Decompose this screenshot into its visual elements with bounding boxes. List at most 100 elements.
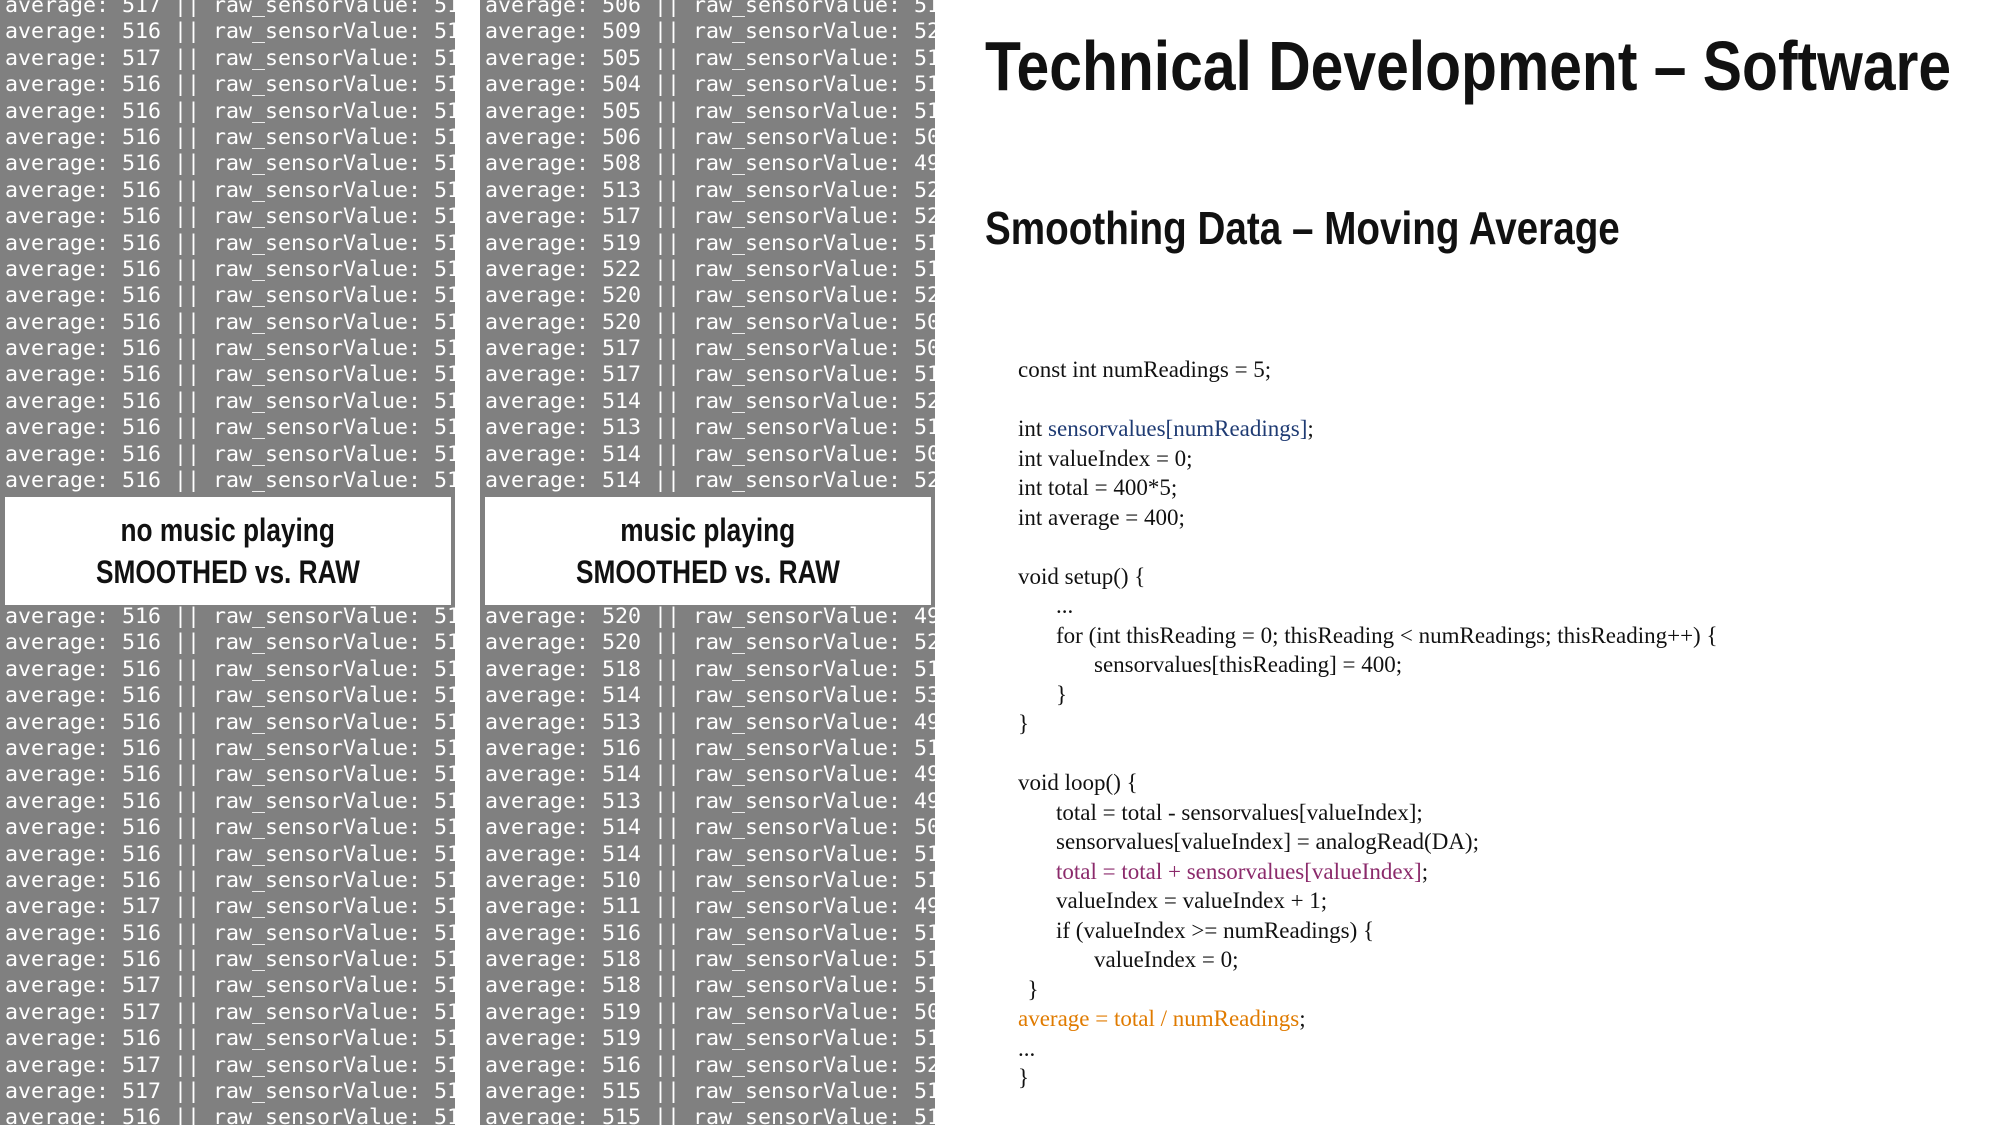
panel-caption: music playing SMOOTHED vs. RAW — [485, 497, 931, 605]
log-line: average: 510 || raw_sensorValue: 514 — [485, 867, 935, 893]
code-line: sensorvalues[valueIndex] = analogRead(DA… — [1018, 827, 1718, 857]
serial-monitor-music: average: 506 || raw_sensorValue: 510 aver… — [480, 0, 935, 1125]
code-line: int average = 400; — [1018, 503, 1718, 533]
log-line: average: 520 || raw_sensorValue: 494 — [485, 604, 935, 629]
serial-log-top: average: 506 || raw_sensorValue: 510 aver… — [485, 0, 935, 494]
code-text: ; — [1421, 858, 1429, 884]
log-line: average: 514 || raw_sensorValue: 500 — [485, 815, 935, 841]
log-line: average: 517 || raw_sensorValue: 526 — [485, 204, 935, 230]
code-line: total = total + sensorvalues[valueIndex]… — [1018, 857, 1718, 887]
code-text: sensorvalues[thisReading] = 400; — [1094, 652, 1403, 677]
log-line: average: 516 || raw_sensorValue: 516 — [5, 309, 455, 335]
log-line: average: 514 || raw_sensorValue: 515 — [485, 841, 935, 867]
log-line: average: 516 || raw_sensorValue: 516 — [5, 604, 455, 629]
log-line: average: 513 || raw_sensorValue: 518 — [485, 415, 935, 441]
log-line: average: 516 || raw_sensorValue: 517 — [5, 19, 455, 45]
log-line: average: 505 || raw_sensorValue: 516 — [485, 98, 935, 124]
code-text: ; — [1299, 1006, 1306, 1031]
log-line: average: 520 || raw_sensorValue: 521 — [485, 630, 935, 656]
code-text: valueIndex = 0; — [1094, 947, 1239, 972]
log-line: average: 516 || raw_sensorValue: 517 — [5, 1105, 455, 1125]
code-text: total = total - sensorvalues[valueIndex]… — [1056, 799, 1423, 825]
log-line: average: 516 || raw_sensorValue: 513 — [5, 441, 455, 467]
log-line: average: 516 || raw_sensorValue: 517 — [5, 709, 455, 735]
log-line: average: 504 || raw_sensorValue: 519 — [485, 72, 935, 98]
log-line: average: 519 || raw_sensorValue: 509 — [485, 999, 935, 1025]
caption-line-2: SMOOTHED vs. RAW — [576, 554, 840, 590]
log-line: average: 513 || raw_sensorValue: 496 — [485, 709, 935, 735]
log-line: average: 517 || raw_sensorValue: 517 — [5, 1052, 455, 1078]
log-line: average: 520 || raw_sensorValue: 522 — [485, 283, 935, 309]
caption-line-2: SMOOTHED vs. RAW — [96, 554, 360, 590]
log-line: average: 514 || raw_sensorValue: 508 — [485, 441, 935, 467]
log-line: average: 519 || raw_sensorValue: 516 — [485, 1026, 935, 1052]
code-text: if (valueIndex >= numReadings) { — [1056, 917, 1375, 943]
code-text: void loop() { — [1018, 770, 1138, 795]
log-line: average: 506 || raw_sensorValue: 510 — [485, 0, 935, 18]
log-line: average: 518 || raw_sensorValue: 517 — [485, 947, 935, 973]
log-line: average: 516 || raw_sensorValue: 516 — [5, 735, 455, 761]
log-line: average: 517 || raw_sensorValue: 517 — [5, 45, 455, 71]
log-line: average: 518 || raw_sensorValue: 516 — [485, 656, 935, 682]
log-line: average: 505 || raw_sensorValue: 511 — [485, 45, 935, 71]
code-text: } — [1027, 976, 1039, 1002]
code-line: void loop() { — [1018, 768, 1718, 798]
slide-subtitle: Smoothing Data – Moving Average — [985, 202, 1620, 254]
code-line: } — [1018, 680, 1718, 710]
log-line: average: 516 || raw_sensorValue: 516 — [5, 256, 455, 282]
log-line: average: 509 || raw_sensorValue: 526 — [485, 19, 935, 45]
code-text: ; — [1307, 416, 1314, 441]
code-text: void setup() { — [1018, 563, 1146, 589]
code-text: ... — [1056, 593, 1074, 618]
log-line: average: 506 || raw_sensorValue: 509 — [485, 124, 935, 150]
log-line: average: 516 || raw_sensorValue: 517 — [5, 230, 455, 256]
log-line: average: 517 || raw_sensorValue: 514 — [485, 362, 935, 388]
log-line: average: 511 || raw_sensorValue: 496 — [485, 894, 935, 920]
code-line: ... — [1018, 591, 1718, 621]
code-highlight: total = total + sensorvalues[valueIndex] — [1056, 858, 1422, 884]
log-line: average: 516 || raw_sensorValue: 517 — [5, 362, 455, 388]
code-line: total = total - sensorvalues[valueIndex]… — [1018, 798, 1718, 828]
code-line: const int numReadings = 5; — [1018, 355, 1718, 385]
panel-caption: no music playing SMOOTHED vs. RAW — [5, 497, 451, 605]
code-highlight: sensorvalues[numReadings] — [1048, 416, 1308, 441]
log-line: average: 516 || raw_sensorValue: 517 — [5, 630, 455, 656]
code-highlight: average = total / numReadings — [1018, 1006, 1300, 1031]
log-line: average: 516 || raw_sensorValue: 517 — [5, 947, 455, 973]
log-line: average: 516 || raw_sensorValue: 516 — [5, 1026, 455, 1052]
code-line: int total = 400*5; — [1018, 473, 1718, 503]
code-line: average = total / numReadings; — [1018, 1004, 1718, 1034]
code-text: sensorvalues[valueIndex] = analogRead(DA… — [1056, 829, 1479, 854]
code-line: int valueIndex = 0; — [1018, 444, 1718, 474]
code-text: for (int thisReading = 0; thisReading < … — [1056, 622, 1718, 648]
code-text: int — [1018, 416, 1049, 441]
log-line: average: 520 || raw_sensorValue: 507 — [485, 309, 935, 335]
log-line: average: 519 || raw_sensorValue: 517 — [485, 230, 935, 256]
code-line: sensorvalues[thisReading] = 400; — [1018, 650, 1718, 680]
log-line: average: 516 || raw_sensorValue: 516 — [5, 98, 455, 124]
log-line: average: 513 || raw_sensorValue: 493 — [485, 788, 935, 814]
log-line: average: 516 || raw_sensorValue: 516 — [5, 920, 455, 946]
log-line: average: 513 || raw_sensorValue: 527 — [485, 177, 935, 203]
log-line: average: 516 || raw_sensorValue: 516 — [5, 177, 455, 203]
code-line: } — [1018, 975, 1718, 1005]
code-line: valueIndex = valueIndex + 1; — [1018, 886, 1718, 916]
log-line: average: 516 || raw_sensorValue: 517 — [5, 388, 455, 414]
code-line: if (valueIndex >= numReadings) { — [1018, 916, 1718, 946]
code-line: void setup() { — [1018, 562, 1718, 592]
log-line: average: 516 || raw_sensorValue: 518 — [5, 867, 455, 893]
caption-line-1: music playing — [620, 512, 796, 548]
log-line: average: 516 || raw_sensorValue: 516 — [5, 283, 455, 309]
log-line: average: 517 || raw_sensorValue: 509 — [485, 336, 935, 362]
log-line: average: 516 || raw_sensorValue: 516 — [485, 920, 935, 946]
log-line: average: 517 || raw_sensorValue: 516 — [5, 0, 455, 18]
log-line: average: 516 || raw_sensorValue: 517 — [5, 415, 455, 441]
log-line: average: 514 || raw_sensorValue: 493 — [485, 762, 935, 788]
log-line: average: 516 || raw_sensorValue: 516 — [5, 841, 455, 867]
serial-log-top: average: 517 || raw_sensorValue: 516 aver… — [5, 0, 455, 494]
log-line: average: 517 || raw_sensorValue: 517 — [5, 1079, 455, 1105]
log-line: average: 517 || raw_sensorValue: 517 — [5, 894, 455, 920]
